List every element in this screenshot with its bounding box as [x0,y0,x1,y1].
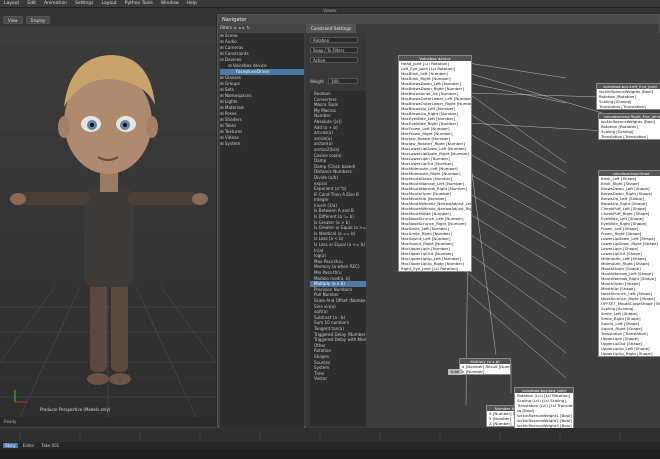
menu-item[interactable]: Edit [27,1,36,6]
node-port[interactable]: Translation [Translation] [599,134,660,139]
menu-item[interactable]: Window [161,1,179,6]
display-button[interactable]: Display [25,16,51,24]
filters-button[interactable]: Filters [220,25,232,32]
tab-constraint-settings[interactable]: Constraint Settings [306,24,356,33]
multiply-node[interactable]: Multiply (a x b)a [Number] Result [Numbe… [459,358,511,375]
3d-viewport[interactable]: Producer Perspective (Models only) [0,27,216,417]
navigator-title: Navigator [218,15,659,24]
relation-graph[interactable]: Voicebox device Head_Joint [Lcl Rotation]… [366,33,660,428]
back-icon[interactable]: ◂ [239,25,241,32]
tab-story[interactable]: Story [3,443,18,448]
multiply-input-field[interactable]: 0.60 [448,369,462,375]
node-port[interactable]: Right_Eye_Joint [Lcl Rotation] [399,266,471,271]
tree-item[interactable]: ⊞ System [220,141,304,147]
menu-item[interactable]: Python Tools [125,1,153,6]
viewer-toolbar: View Display [0,13,216,27]
refresh-icon[interactable]: ↻ [247,25,250,32]
weight-input[interactable]: 100 [328,78,358,84]
tab-editor[interactable]: Editor [21,443,37,448]
palette-item[interactable]: Is Less or Equal (a <= b) [310,242,366,248]
weight-label: Weight [310,79,324,84]
forward-icon[interactable]: ▸ [243,25,245,32]
character-model [10,55,208,385]
menu-item[interactable]: Animation [44,1,67,6]
home-icon[interactable]: ⌂ [234,25,237,32]
node-port[interactable]: Translation [Translation] [597,104,660,109]
voicebox-device-node[interactable]: Voicebox device Head_Joint [Lcl Rotation]… [398,55,472,272]
blendshape-node[interactable]: voicebox:boy:Head Blink_Left [Shape] Blink… [598,170,660,357]
menu-item[interactable]: Settings [75,1,93,6]
palette-item[interactable]: Vector [310,376,366,382]
timeline-ruler [19,432,621,440]
camera-label: Producer Perspective (Models only) [40,407,111,412]
node-port[interactable]: UpperLipUp_Right [Shape] [599,351,660,356]
palette-item[interactable]: Triggered Delay with Memory [310,337,366,343]
menu-item[interactable]: Layout [4,1,19,6]
navigator-window: Navigator Filters ⌂ ◂ ▸ ↻ ⊞ Scene ⊞ Audi… [217,14,660,428]
jaw-joint-node[interactable]: voicebox:boy:Jaw_Joint Rotation (Lcl) [Lc… [514,387,574,428]
axis-gizmo-icon [14,390,27,403]
status-text: Ready [0,417,216,427]
tab-take[interactable]: Take 001 [39,443,61,448]
active-checkbox[interactable]: Active [310,57,358,63]
head-joint-node[interactable]: voicebox:boy:Left_Eye_Joint lockInfluence… [596,83,660,110]
navigator-toolbar: Filters ⌂ ◂ ▸ ↻ [218,24,306,33]
menu-item[interactable]: Layout [101,1,116,6]
node-port[interactable]: b [Number] [460,369,510,374]
snap-button[interactable]: Snap / To Filters [310,47,358,53]
constraint-palette-list[interactable]: Boolean Converters Macro Tools My Macros Num… [310,91,366,426]
timeline-tabs: Story Editor Take 001 [0,442,660,449]
menu-item[interactable]: Help [187,1,197,6]
scene-tree[interactable]: ⊞ Scene ⊞ Audio ⊞ Cameras ⊞ Constraints … [220,33,304,428]
palette-item[interactable]: Scale And Offset (Number) [310,298,366,304]
constraint-settings-panel: Relation Snap / To Filters Active Weight… [306,33,366,428]
relation-field[interactable]: Relation [310,37,358,43]
menu-bar: Layout Edit Animation Settings Layout Py… [0,0,660,8]
right-eye-joint-node[interactable]: voicebox:boy:Right_Eye_Joint lockInfluenc… [598,113,660,140]
view-button[interactable]: View [3,16,23,24]
footer-bar [0,449,660,459]
